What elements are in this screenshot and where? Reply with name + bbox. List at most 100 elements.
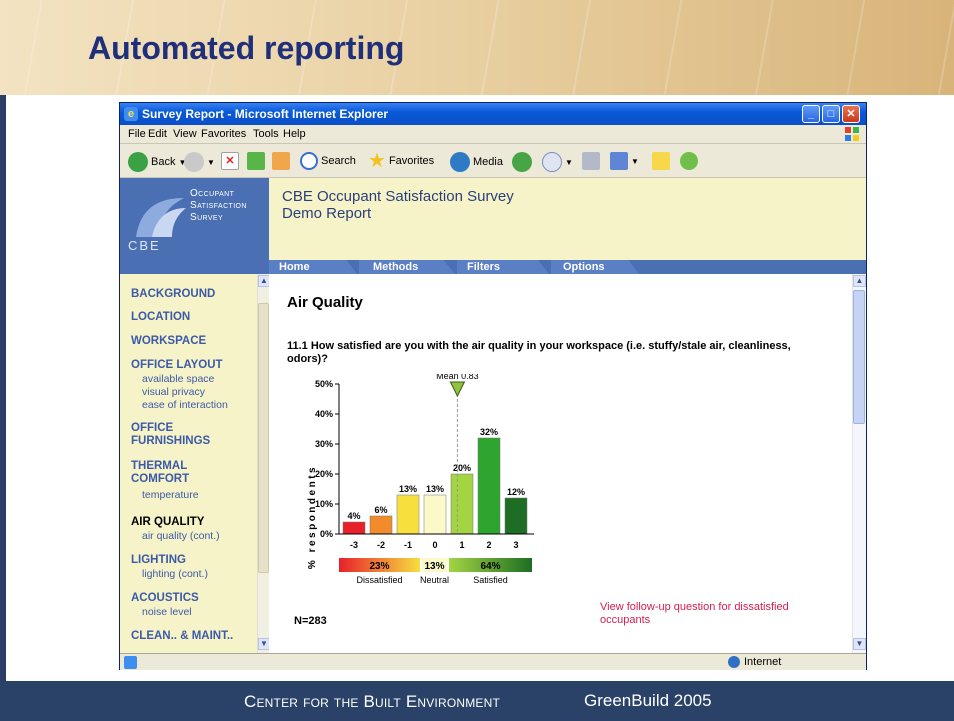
page-icon — [124, 656, 137, 669]
back-button[interactable]: Back ▼ — [128, 152, 186, 172]
messenger-icon — [680, 152, 698, 170]
main-scroll-down-icon[interactable]: ▼ — [853, 638, 866, 650]
forward-button[interactable]: ▼ — [184, 152, 215, 172]
sidebar-sub-ease-of-interaction[interactable]: ease of interaction — [142, 399, 228, 412]
y-tick-label: 30% — [315, 439, 333, 449]
menu-file[interactable]: File — [128, 128, 146, 140]
x-tick-label: -1 — [404, 540, 412, 550]
report-title: CBE Occupant Satisfaction Survey Demo Re… — [282, 188, 514, 222]
stop-button[interactable]: ✕ — [221, 152, 239, 170]
home-icon — [272, 152, 290, 170]
tab-methods[interactable]: Methods — [359, 260, 455, 274]
mail-button[interactable]: ▼ — [542, 152, 573, 172]
sidebar-item-background[interactable]: BACKGROUND — [131, 288, 215, 301]
main-scroll-up-icon[interactable]: ▲ — [853, 275, 866, 287]
summary-value: 64% — [480, 561, 500, 572]
sidebar-item-workspace[interactable]: WORKSPACE — [131, 335, 206, 348]
menu-help[interactable]: Help — [283, 128, 306, 140]
bar-value-label: 13% — [426, 484, 444, 494]
followup-link[interactable]: View follow-up question for dissatisfied… — [600, 601, 830, 627]
menu-view[interactable]: View — [173, 128, 197, 140]
y-axis: 0%10%20%30%40%50% — [315, 379, 340, 539]
satisfaction-chart: 0%10%20%30%40%50% 4%6%13% 13%20%32%12% -3… — [307, 374, 534, 585]
minimize-button[interactable]: _ — [802, 105, 820, 123]
logo-area: Occupant Satisfaction Survey CBE — [120, 178, 269, 260]
sidebar-item-air-quality[interactable]: AIR QUALITY — [131, 516, 204, 529]
back-arrow-icon — [128, 152, 148, 172]
tab-filters[interactable]: Filters — [457, 260, 549, 274]
summary-value: 23% — [369, 561, 389, 572]
media-icon — [450, 152, 470, 172]
sidebar-item-office-layout[interactable]: OFFICE LAYOUT — [131, 359, 223, 372]
bar — [369, 515, 393, 535]
favorites-button[interactable]: ★ Favorites — [368, 150, 434, 172]
summary-label: Satisfied — [473, 575, 508, 585]
x-tick-label: 0 — [432, 540, 437, 550]
close-button[interactable]: ✕ — [842, 105, 860, 123]
y-axis-label: % respondents — [307, 465, 318, 569]
bar — [396, 494, 420, 535]
note-icon — [652, 152, 670, 170]
summary-label: Neutral — [420, 575, 449, 585]
logo-text: Occupant Satisfaction Survey — [190, 188, 247, 223]
print-button[interactable] — [582, 152, 600, 170]
main-content: Air Quality 11.1 How satisfied are you w… — [269, 274, 852, 653]
search-button[interactable]: Search — [300, 152, 356, 170]
edit-button[interactable]: ▼ — [610, 152, 639, 170]
bar-value-label: 12% — [507, 487, 525, 497]
sidebar-item-lighting[interactable]: LIGHTING — [131, 554, 186, 567]
slide-title: Automated reporting — [88, 30, 405, 66]
main-scroll-thumb[interactable] — [853, 290, 865, 424]
summary-value: 13% — [424, 561, 444, 572]
messenger-button[interactable] — [680, 152, 698, 170]
sidebar-item-thermal-comfort[interactable]: THERMAL COMFORT — [131, 460, 231, 486]
tab-options[interactable]: Options — [551, 260, 639, 274]
sidebar-sub-lighting-cont[interactable]: lighting (cont.) — [142, 568, 208, 581]
history-button[interactable] — [512, 152, 532, 172]
bar — [342, 521, 366, 535]
x-tick-label: 2 — [486, 540, 491, 550]
sidebar-sub-available-space[interactable]: available space — [142, 373, 214, 386]
tab-home[interactable]: Home — [269, 260, 357, 274]
menu-tools[interactable]: Tools — [253, 128, 279, 140]
logo-abbrev: CBE — [128, 238, 161, 253]
sidebar-item-cleaning-maintenance[interactable]: CLEAN.. & MAINT.. — [131, 630, 233, 643]
status-bar: Internet — [120, 653, 866, 670]
menu-favorites[interactable]: Favorites — [201, 128, 246, 140]
sidebar-sub-visual-privacy[interactable]: visual privacy — [142, 386, 205, 399]
sidebar-item-location[interactable]: LOCATION — [131, 311, 190, 324]
bar-value-label: 6% — [374, 505, 387, 515]
sidebar-sub-air-quality-cont[interactable]: air quality (cont.) — [142, 530, 220, 543]
sample-size: N=283 — [294, 615, 327, 627]
menu-edit[interactable]: Edit — [148, 128, 167, 140]
footer-event: GreenBuild 2005 — [584, 691, 712, 710]
sidebar-item-acoustics[interactable]: ACOUSTICS — [131, 592, 199, 605]
edit-icon — [610, 152, 628, 170]
mail-icon — [542, 152, 562, 172]
browser-window: e Survey Report - Microsoft Internet Exp… — [119, 102, 867, 670]
y-tick-label: 50% — [315, 379, 333, 389]
sidebar-item-office-furnishings[interactable]: OFFICE FURNISHINGS — [131, 422, 241, 448]
sidebar-scroll-thumb[interactable] — [258, 303, 269, 573]
x-axis: -3 -2 -1 0 1 2 3 — [339, 533, 534, 550]
home-button[interactable] — [272, 152, 290, 170]
slide-footer: Center for the Built Environment GreenBu… — [0, 681, 954, 721]
report-banner: CBE Occupant Satisfaction Survey Demo Re… — [269, 178, 866, 260]
star-icon: ★ — [368, 150, 386, 172]
title-bar[interactable]: e Survey Report - Microsoft Internet Exp… — [120, 103, 866, 125]
sidebar-sub-temperature[interactable]: temperature — [142, 489, 199, 502]
bar — [477, 437, 501, 535]
x-tick-label: 3 — [513, 540, 518, 550]
bar-value-label: 13% — [399, 484, 417, 494]
media-button[interactable]: Media — [450, 152, 503, 172]
sidebar-sub-noise-level[interactable]: noise level — [142, 606, 192, 619]
bar-value-label: 20% — [453, 463, 471, 473]
discuss-button[interactable] — [652, 152, 670, 170]
nav-band — [120, 260, 269, 274]
x-tick-label: -2 — [377, 540, 385, 550]
print-icon — [582, 152, 600, 170]
refresh-button[interactable] — [247, 152, 265, 170]
bar-value-label: 4% — [347, 511, 360, 521]
refresh-icon — [247, 152, 265, 170]
maximize-button[interactable]: □ — [822, 105, 840, 123]
